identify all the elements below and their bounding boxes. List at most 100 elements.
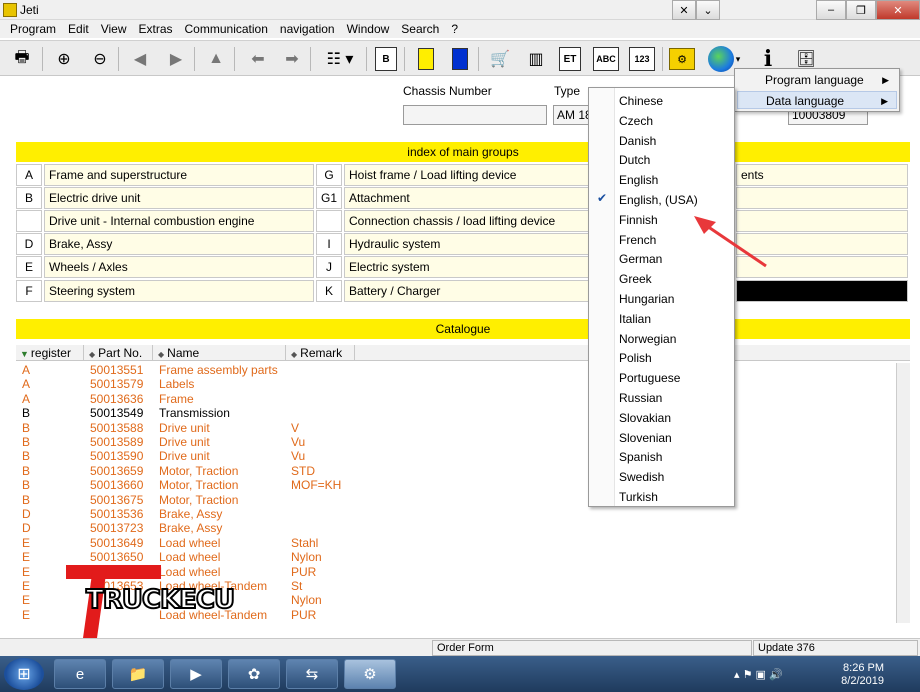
minimize-icon[interactable]: –: [816, 0, 846, 20]
yellow-marker-icon[interactable]: [412, 45, 440, 73]
group-code-cell[interactable]: I: [316, 233, 342, 255]
forklift-icon[interactable]: ⚙: [668, 45, 696, 73]
language-option[interactable]: Spanish: [619, 448, 662, 466]
menu-edit[interactable]: Edit: [62, 22, 95, 36]
catalogue-scrollbar[interactable]: [896, 363, 910, 623]
language-option[interactable]: Chinese: [619, 92, 663, 110]
table-row[interactable]: E 50013649 Load wheel Stahl: [16, 536, 896, 550]
table-row[interactable]: A 50013579 Labels: [16, 377, 896, 391]
language-option[interactable]: Swedish: [619, 468, 664, 486]
language-option[interactable]: Slovakian: [619, 409, 671, 427]
table-row[interactable]: B 50013589 Drive unit Vu: [16, 435, 896, 449]
group-name-cell[interactable]: Attachment: [344, 187, 590, 209]
group-name-cell[interactable]: Steering system: [44, 280, 314, 302]
language-option[interactable]: Slovenian: [619, 429, 672, 447]
type-field[interactable]: AM 18: [553, 105, 593, 125]
forward-arrow-icon[interactable]: ➡: [278, 45, 306, 73]
table-row[interactable]: B 50013659 Motor, Traction STD: [16, 464, 896, 478]
dropdown-small-icon[interactable]: ⌄: [696, 0, 720, 20]
column-remark[interactable]: ◆ Remark: [287, 345, 355, 361]
explorer-icon[interactable]: 📁: [112, 659, 164, 689]
group-code-cell[interactable]: D: [16, 233, 42, 255]
group-name-cell[interactable]: [736, 187, 908, 209]
table-row[interactable]: E 50013650 Load wheel Nylon: [16, 550, 896, 564]
menu-search[interactable]: Search: [395, 22, 445, 36]
menu-program[interactable]: Program: [4, 22, 62, 36]
table-row[interactable]: A 50013551 Frame assembly parts: [16, 363, 896, 377]
table-row[interactable]: B 50013588 Drive unit V: [16, 421, 896, 435]
group-name-cell[interactable]: Hoist frame / Load lifting device: [344, 164, 590, 186]
prev-icon[interactable]: ◀: [126, 45, 154, 73]
b-book-icon[interactable]: B: [372, 45, 400, 73]
language-option[interactable]: Polish: [619, 349, 652, 367]
menu-extras[interactable]: Extras: [133, 22, 179, 36]
close-icon[interactable]: ✕: [876, 0, 920, 20]
zoom-in-icon[interactable]: ⊕: [50, 45, 78, 73]
back-arrow-icon[interactable]: ⬅: [244, 45, 272, 73]
group-name-cell[interactable]: Battery / Charger: [344, 280, 590, 302]
language-option[interactable]: Turkish: [619, 488, 658, 506]
group-code-cell[interactable]: A: [16, 164, 42, 186]
menu-view[interactable]: View: [95, 22, 133, 36]
group-name-cell[interactable]: Electric drive unit: [44, 187, 314, 209]
up-icon[interactable]: ▲: [202, 45, 230, 73]
printer-icon[interactable]: 🖶: [8, 45, 36, 73]
next-icon[interactable]: ▶: [162, 45, 190, 73]
group-code-cell[interactable]: J: [316, 256, 342, 278]
clock-date[interactable]: 8/2/2019: [841, 675, 884, 687]
column-register[interactable]: ▼ register: [16, 345, 84, 361]
group-name-cell[interactable]: Brake, Assy: [44, 233, 314, 255]
cabinet-icon[interactable]: ▥: [522, 45, 550, 73]
column-part-no[interactable]: ◆ Part No.: [85, 345, 153, 361]
blue-marker-icon[interactable]: [446, 45, 474, 73]
group-name-cell[interactable]: Frame and superstructure: [44, 164, 314, 186]
language-option[interactable]: French: [619, 231, 656, 249]
et-icon[interactable]: ET: [556, 45, 584, 73]
group-name-cell[interactable]: ents: [736, 164, 908, 186]
group-code-cell[interactable]: G: [316, 164, 342, 186]
language-option[interactable]: Portuguese: [619, 369, 680, 387]
maximize-icon[interactable]: ❐: [846, 0, 876, 20]
table-row[interactable]: D 50013536 Brake, Assy: [16, 507, 896, 521]
group-name-cell[interactable]: [736, 280, 908, 302]
teamviewer-icon[interactable]: ⇆: [286, 659, 338, 689]
tray-icons[interactable]: ▴ ⚑ ▣ 🔊: [734, 668, 783, 681]
language-option[interactable]: Finnish: [619, 211, 658, 229]
zoom-out-icon[interactable]: ⊖: [86, 45, 114, 73]
group-code-cell[interactable]: K: [316, 280, 342, 302]
clock-time[interactable]: 8:26 PM: [843, 662, 884, 674]
group-code-cell[interactable]: B: [16, 187, 42, 209]
language-option[interactable]: Italian: [619, 310, 651, 328]
menu-navigation[interactable]: navigation: [274, 22, 341, 36]
language-option[interactable]: English: [619, 171, 658, 189]
language-option[interactable]: Hungarian: [619, 290, 674, 308]
group-code-cell[interactable]: E: [16, 256, 42, 278]
numbers-icon[interactable]: 123: [628, 45, 656, 73]
table-row[interactable]: B 50013590 Drive unit Vu: [16, 449, 896, 463]
group-name-cell[interactable]: Wheels / Axles: [44, 256, 314, 278]
language-option[interactable]: Norwegian: [619, 330, 676, 348]
jeti-task-icon[interactable]: ⚙: [344, 659, 396, 689]
menu-communication[interactable]: Communication: [179, 22, 274, 36]
group-code-cell[interactable]: [316, 210, 342, 232]
group-code-cell[interactable]: G1: [316, 187, 342, 209]
data-language-item[interactable]: Data language ▶: [737, 91, 897, 109]
table-row[interactable]: B 50013675 Motor, Traction: [16, 493, 896, 507]
group-name-cell[interactable]: Connection chassis / load lifting device: [344, 210, 590, 232]
media-player-icon[interactable]: ▶: [170, 659, 222, 689]
column-name[interactable]: ◆ Name: [154, 345, 286, 361]
group-name-cell[interactable]: Electric system: [344, 256, 590, 278]
language-option[interactable]: Dutch: [619, 151, 650, 169]
menu-window[interactable]: Window: [341, 22, 396, 36]
app-tray-icon[interactable]: ✿: [228, 659, 280, 689]
table-row[interactable]: A 50013636 Frame: [16, 392, 896, 406]
language-option[interactable]: Russian: [619, 389, 662, 407]
abc-icon[interactable]: ABC: [592, 45, 620, 73]
tree-view-icon[interactable]: ☷ ▾: [318, 45, 362, 73]
program-language-item[interactable]: Program language ▶: [737, 71, 897, 89]
table-row[interactable]: B 50013549 Transmission: [16, 406, 896, 420]
menu-help[interactable]: ?: [445, 22, 464, 36]
cart-icon[interactable]: 🛒: [486, 45, 514, 73]
chassis-number-field[interactable]: [403, 105, 547, 125]
table-row[interactable]: B 50013660 Motor, Traction MOF=KH: [16, 478, 896, 492]
